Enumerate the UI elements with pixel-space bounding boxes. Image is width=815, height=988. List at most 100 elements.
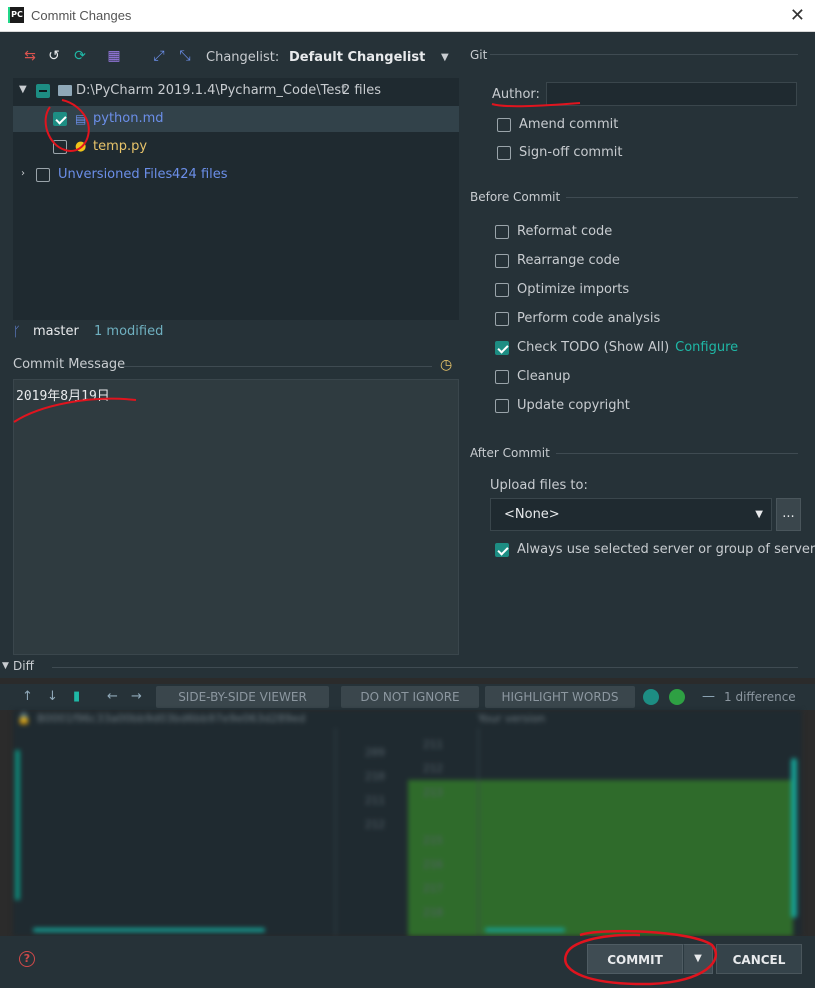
divider bbox=[478, 728, 479, 936]
commit-options-chevron-icon[interactable]: ▼ bbox=[683, 944, 713, 974]
history-icon[interactable]: ↺ bbox=[46, 48, 62, 64]
close-icon[interactable]: ✕ bbox=[790, 5, 805, 26]
expand-all-icon[interactable]: ⤢ bbox=[151, 48, 167, 64]
diff-header[interactable]: ▼ Diff bbox=[0, 656, 815, 678]
file-icon[interactable]: ▮ bbox=[73, 689, 80, 704]
file-checkbox[interactable] bbox=[53, 112, 67, 126]
changes-tree: ▼ D:\PyCharm 2019.1.4\Pycharm_Code\Test … bbox=[13, 78, 459, 320]
option-checkbox[interactable] bbox=[495, 312, 509, 326]
refresh-icon[interactable]: ⟳ bbox=[72, 48, 88, 64]
option-checkbox[interactable] bbox=[495, 370, 509, 384]
line-number: 215 bbox=[423, 834, 443, 847]
folder-icon bbox=[58, 85, 72, 96]
signoff-label: Sign-off commit bbox=[519, 145, 623, 160]
root-checkbox[interactable] bbox=[36, 84, 50, 98]
chevron-down-icon[interactable]: ▼ bbox=[441, 52, 449, 63]
author-input[interactable] bbox=[546, 82, 797, 106]
unversioned-checkbox[interactable] bbox=[36, 168, 50, 182]
line-number: 211 bbox=[365, 794, 385, 807]
line-number: 209 bbox=[365, 746, 385, 759]
branch-name: master bbox=[33, 324, 79, 339]
horizontal-scrollbar[interactable] bbox=[485, 928, 565, 932]
arrow-right-icon[interactable]: → bbox=[131, 689, 142, 704]
dialog-footer: ? COMMIT ▼ CANCEL bbox=[0, 936, 815, 988]
separator bbox=[490, 54, 798, 55]
upload-server-select[interactable]: <None> ▼ bbox=[490, 498, 772, 531]
separator bbox=[120, 366, 432, 367]
diff-viewer[interactable]: 🔒 B0001f96c33a00bb9d03bd6bb97e9e063d289e… bbox=[13, 710, 802, 936]
sync-scroll-icon[interactable] bbox=[643, 689, 659, 705]
line-number: 212 bbox=[423, 762, 443, 775]
commit-message-text: 2019年8月19日 bbox=[16, 389, 110, 404]
upload-label: Upload files to: bbox=[490, 478, 588, 493]
amend-checkbox[interactable] bbox=[497, 118, 511, 132]
root-path: D:\PyCharm 2019.1.4\Pycharm_Code\Test bbox=[76, 83, 347, 98]
changes-toolbar: ⇆ ↺ ⟳ ▦ ⤢ ⤡ Changelist: Default Changeli… bbox=[0, 32, 466, 78]
right-revision-path: Your version bbox=[478, 712, 546, 725]
signoff-checkbox[interactable] bbox=[497, 146, 511, 160]
group-by-icon[interactable]: ▦ bbox=[106, 48, 122, 64]
ignore-select[interactable]: DO NOT IGNORE bbox=[341, 686, 479, 708]
commit-button[interactable]: COMMIT bbox=[587, 944, 683, 974]
file-name: python.md bbox=[93, 111, 164, 126]
option-label: Optimize imports bbox=[517, 282, 630, 297]
separator bbox=[566, 197, 798, 198]
option-label: Rearrange code bbox=[517, 253, 620, 268]
option-checkbox[interactable] bbox=[495, 225, 509, 239]
diff-title: Diff bbox=[13, 659, 34, 673]
help-icon[interactable]: ? bbox=[19, 951, 35, 967]
divider bbox=[335, 728, 336, 936]
changelist-select[interactable]: Default Changelist bbox=[289, 50, 425, 65]
option-checkbox[interactable] bbox=[495, 399, 509, 413]
option-label: Cleanup bbox=[517, 369, 571, 384]
dash-icon: — bbox=[702, 689, 715, 704]
collapse-all-icon[interactable]: ⤡ bbox=[177, 48, 193, 64]
chevron-down-icon: ▼ bbox=[755, 509, 763, 520]
vertical-scrollbar[interactable] bbox=[791, 758, 797, 918]
markdown-file-icon: ▤ bbox=[75, 112, 87, 126]
option-label: Reformat code bbox=[517, 224, 613, 239]
git-section-title: Git bbox=[470, 48, 488, 62]
cancel-button[interactable]: CANCEL bbox=[716, 944, 802, 974]
separator bbox=[556, 453, 798, 454]
arrow-left-icon[interactable]: ← bbox=[107, 689, 118, 704]
changed-region bbox=[408, 780, 793, 936]
after-commit-title: After Commit bbox=[470, 446, 550, 460]
chevron-right-icon[interactable]: › bbox=[21, 168, 25, 179]
file-checkbox[interactable] bbox=[53, 140, 67, 154]
arrow-up-icon[interactable]: ↑ bbox=[22, 689, 33, 704]
commit-message-input[interactable]: 2019年8月19日 bbox=[13, 379, 459, 655]
amend-label: Amend commit bbox=[519, 117, 619, 132]
changes-panel: ⇆ ↺ ⟳ ▦ ⤢ ⤡ Changelist: Default Changeli… bbox=[0, 32, 466, 662]
tree-file-row[interactable]: ● temp.py bbox=[13, 134, 459, 160]
python-file-icon: ● bbox=[75, 139, 87, 154]
modified-count[interactable]: 1 modified bbox=[94, 324, 163, 339]
window-title: Commit Changes bbox=[31, 8, 132, 23]
option-checkbox[interactable] bbox=[495, 341, 509, 355]
line-number: 217 bbox=[423, 882, 443, 895]
horizontal-scrollbar[interactable] bbox=[33, 928, 265, 932]
changelist-label: Changelist: bbox=[206, 50, 280, 65]
left-revision-path: B0001f96c33a00bb9d03bd6bb97e9e063d289ed bbox=[37, 712, 306, 725]
always-use-checkbox[interactable] bbox=[495, 543, 509, 557]
viewer-select[interactable]: SIDE-BY-SIDE VIEWER bbox=[156, 686, 329, 708]
tree-root-row[interactable]: ▼ D:\PyCharm 2019.1.4\Pycharm_Code\Test … bbox=[13, 78, 459, 104]
option-checkbox[interactable] bbox=[495, 254, 509, 268]
rollback-icon[interactable]: ⇆ bbox=[22, 48, 38, 64]
chevron-down-icon[interactable]: ▼ bbox=[19, 84, 27, 95]
configure-link[interactable]: Configure bbox=[675, 340, 738, 355]
author-label: Author: bbox=[492, 87, 540, 102]
before-commit-title: Before Commit bbox=[470, 190, 561, 204]
highlight-select[interactable]: HIGHLIGHT WORDS bbox=[485, 686, 635, 708]
title-bar: PC Commit Changes ✕ bbox=[0, 0, 815, 32]
tree-unversioned-row[interactable]: › Unversioned Files 424 files bbox=[13, 162, 459, 188]
line-number: 211 bbox=[423, 738, 443, 751]
settings-icon[interactable] bbox=[669, 689, 685, 705]
tree-file-row[interactable]: ▤ python.md bbox=[13, 106, 459, 132]
branch-icon: ᚴ bbox=[13, 325, 21, 340]
chevron-down-icon[interactable]: ▼ bbox=[2, 661, 9, 671]
arrow-down-icon[interactable]: ↓ bbox=[47, 689, 58, 704]
option-checkbox[interactable] bbox=[495, 283, 509, 297]
message-history-icon[interactable]: ◷ bbox=[440, 357, 452, 373]
browse-button[interactable]: ... bbox=[776, 498, 801, 531]
